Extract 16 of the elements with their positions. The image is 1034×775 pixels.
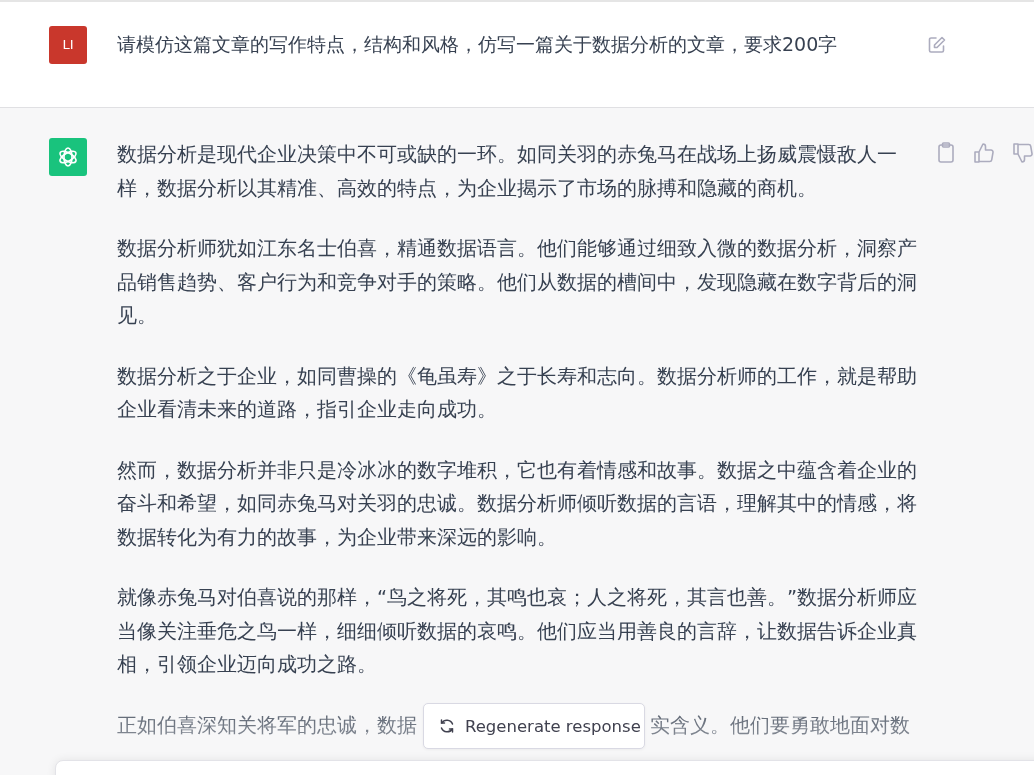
user-message: 请模仿这篇文章的写作特点，结构和风格，仿写一篇关于数据分析的文章，要求200字 — [117, 31, 839, 57]
response-paragraph: 数据分析是现代企业决策中不可或缺的一环。如同关羽的赤兔马在战场上扬威震慑敌人一样，数据分析以其精准、高效的特点，为企业揭示了市场的脉搏和隐藏的商机。 — [117, 142, 898, 202]
response-paragraph: 就像赤兔马对伯喜说的那样，“鸟之将死，其鸣也哀；人之将死，其言也善。”数据分析师应当像关注垂危之鸟一样，细细倾听数据的哀鸣。他们应当用善良的言辞，让数据告诉企业真相，引领企业迈向成功之路。 — [117, 585, 919, 678]
thumbs-down-icon[interactable] — [1012, 142, 1034, 164]
refresh-icon — [439, 718, 455, 734]
response-paragraph: 然而，数据分析并非只是冷冰冰的数字堆积，它也有着情感和故事。数据之中蕴含着企业的奋斗和希望，如同赤兔马对关羽的忠诚。数据分析师倾听数据的言语，理解其中的情感，将数据转化为有力的故事，为企业带来深远的影响。 — [117, 457, 918, 551]
response-paragraph: 数据分析师犹如江东名士伯喜，精通数据语言。他们能够通过细致入微的数据分析，洞察产品销售趋势、客户行为和竞争对手的策略。他们从数据的槽间中，发现隐藏在数字背后的洞见。 — [117, 236, 918, 329]
response-paragraph: 正如伯喜深知关将军的忠诚，数据 — [117, 712, 417, 739]
user-avatar: LI — [49, 25, 87, 64]
response-paragraph: 实含义。他们要勇敢地面对数 — [650, 712, 910, 739]
copy-icon[interactable] — [936, 142, 956, 164]
regenerate-button[interactable]: Regenerate response — [423, 703, 645, 749]
edit-icon[interactable] — [927, 34, 947, 55]
response-paragraph: 数据分析之于企业，如同曹操的《龟虽寿》之于长寿和志向。数据分析师的工作，就是帮助企业看清未来的道路，指引企业走向成功。 — [117, 363, 918, 423]
assistant-logo-icon — [49, 138, 87, 176]
thumbs-up-icon[interactable] — [973, 142, 995, 164]
